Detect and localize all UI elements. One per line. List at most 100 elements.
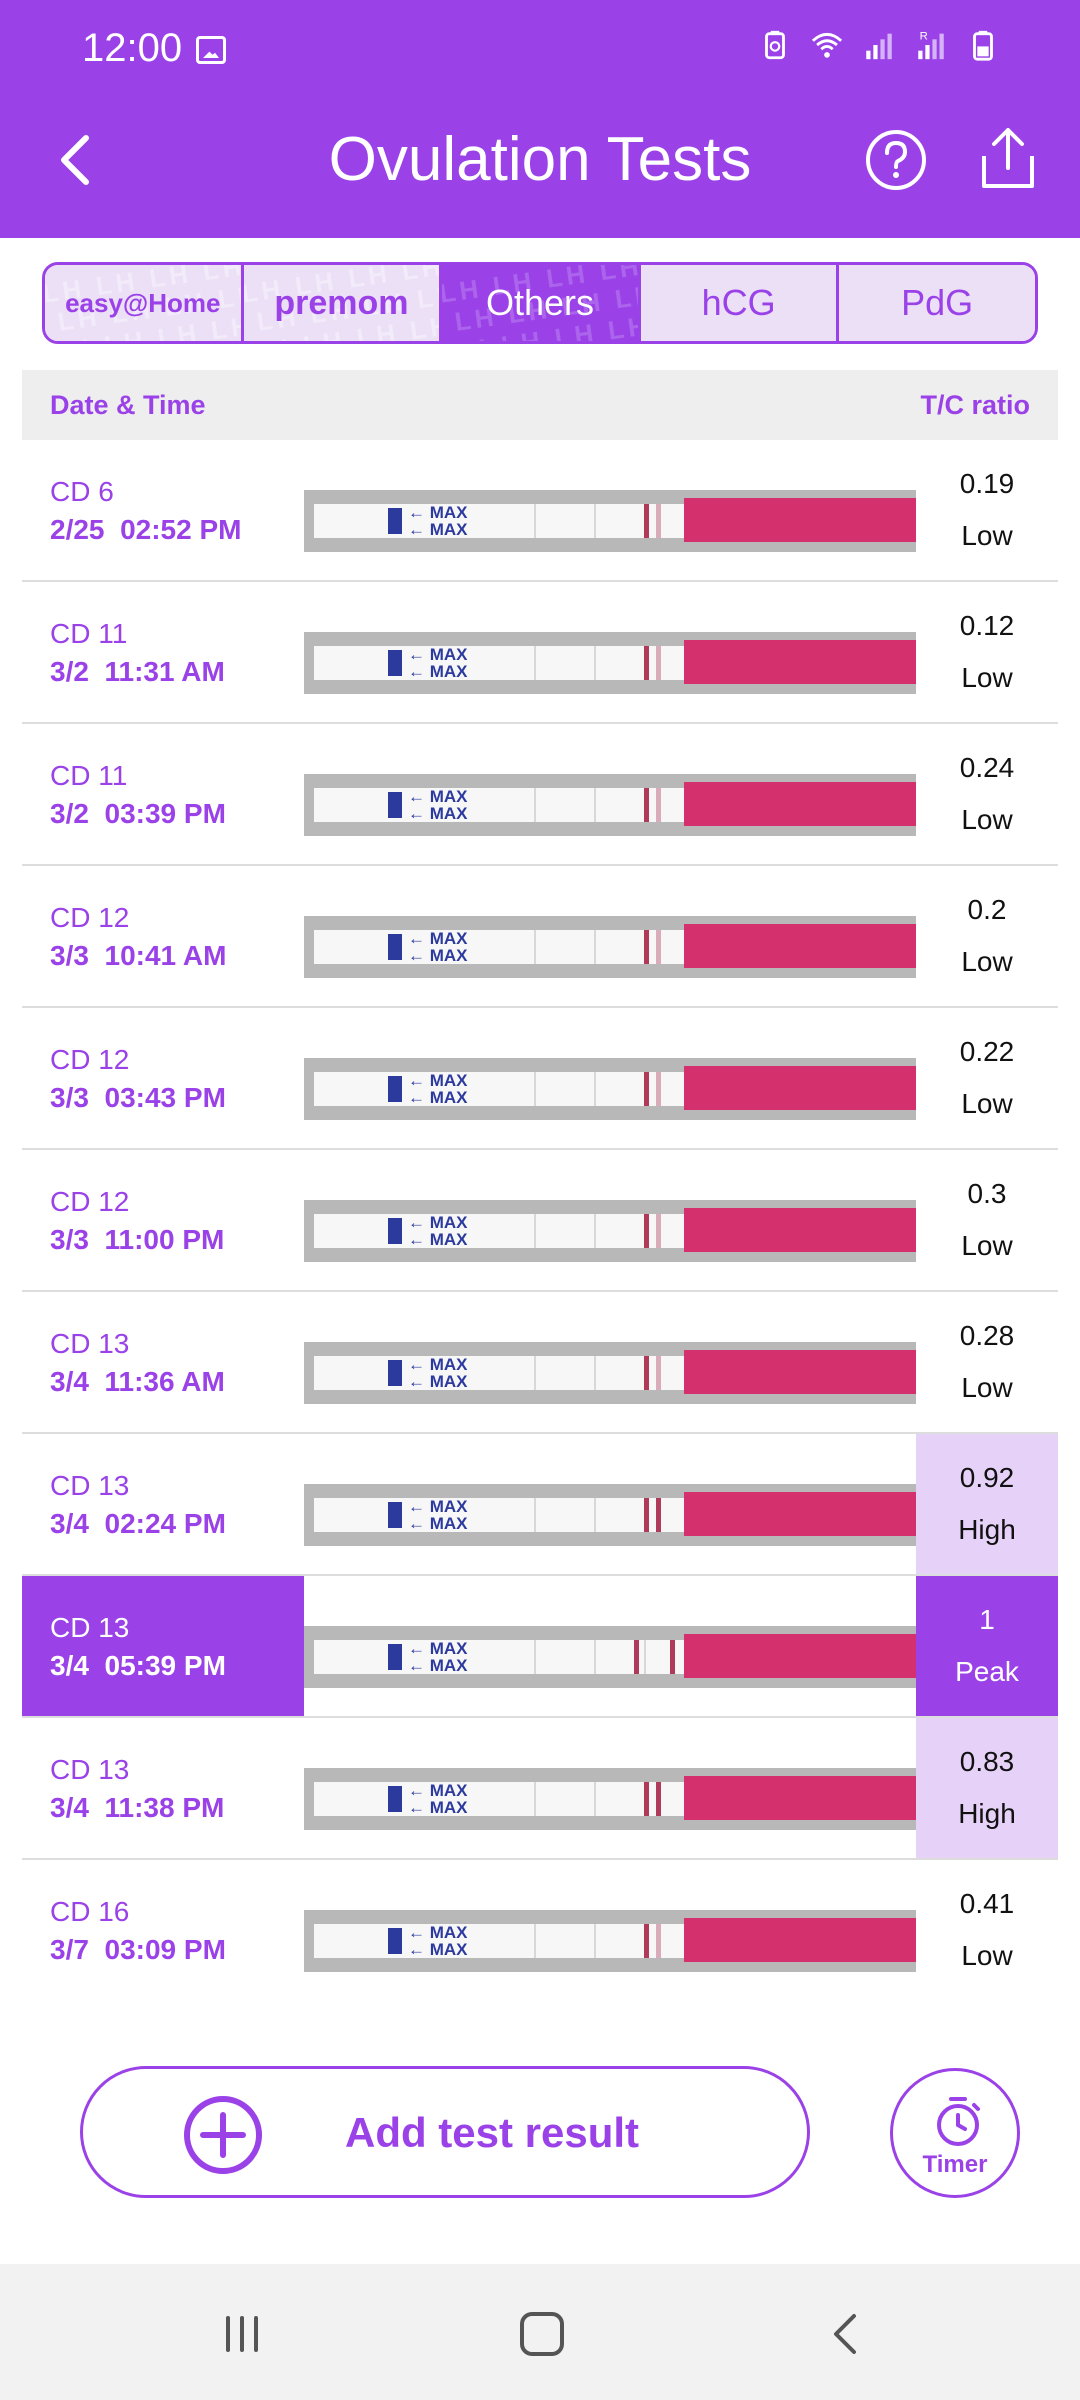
table-row[interactable]: CD 12 3/3 10:41 AM ← MAX ← MAX 0.2 Low	[22, 866, 1058, 1008]
row-date-cell: CD 13 3/4 02:24 PM	[22, 1434, 304, 1574]
row-date-cell: CD 12 3/3 11:00 PM	[22, 1150, 304, 1290]
cycle-day: CD 12	[50, 1186, 130, 1217]
table-row[interactable]: CD 12 3/3 11:00 PM ← MAX ← MAX 0.3 Low	[22, 1150, 1058, 1292]
cycle-day: CD 13	[50, 1328, 130, 1359]
tc-ratio-value: 0.41	[959, 1888, 1015, 1919]
share-icon[interactable]	[976, 124, 1040, 192]
time: 11:00 PM	[104, 1224, 225, 1255]
strip-body	[314, 930, 694, 964]
time: 03:43 PM	[104, 1082, 226, 1113]
cycle-day: CD 11	[50, 760, 128, 791]
tc-ratio-level: High	[958, 1514, 1016, 1545]
tab-label: PdG	[901, 282, 974, 323]
status-time: 12:00	[82, 26, 183, 70]
test-results-list: CD 6 2/25 02:52 PM ← MAX ← MAX 0.19 Low C…	[22, 440, 1058, 2002]
strip-test-line	[644, 788, 649, 822]
date-time: 3/2 03:39 PM	[50, 798, 304, 830]
tab-pdg[interactable]: PdG	[839, 265, 1035, 341]
time: 02:52 PM	[120, 514, 242, 545]
strip-sample-pad	[684, 924, 916, 968]
nav-back-icon[interactable]	[826, 2312, 866, 2356]
tc-ratio-value: 1	[979, 1604, 995, 1635]
test-strip-image: ← MAX ← MAX	[304, 1058, 916, 1120]
tc-ratio-cell: 0.3 Low	[916, 1150, 1058, 1290]
strip-sample-pad	[684, 1918, 916, 1962]
recent-apps-icon[interactable]	[222, 2314, 262, 2354]
wifi-icon	[811, 32, 843, 58]
table-row[interactable]: CD 11 3/2 11:31 AM ← MAX ← MAX 0.12 Low	[22, 582, 1058, 724]
add-test-result-button[interactable]: Add test result	[80, 2066, 810, 2198]
test-strip-image: ← MAX ← MAX	[304, 1200, 916, 1262]
strip-divider	[594, 930, 596, 964]
time: 10:41 AM	[104, 940, 227, 971]
time: 11:38 PM	[104, 1792, 225, 1823]
home-icon[interactable]	[520, 2312, 564, 2356]
strip-max-text: ← MAX ← MAX	[408, 929, 468, 965]
image-notification-icon	[196, 36, 226, 64]
row-date-cell: CD 13 3/4 11:38 PM	[22, 1718, 304, 1858]
strip-max-text: ← MAX ← MAX	[408, 1497, 468, 1533]
strip-control-line	[656, 1072, 661, 1106]
cycle-day: CD 11	[50, 618, 128, 649]
table-row[interactable]: CD 13 3/4 02:24 PM ← MAX ← MAX 0.92 High	[22, 1434, 1058, 1576]
strip-body	[314, 1498, 694, 1532]
table-row[interactable]: CD 11 3/2 03:39 PM ← MAX ← MAX 0.24 Low	[22, 724, 1058, 866]
table-row[interactable]: CD 12 3/3 03:43 PM ← MAX ← MAX 0.22 Low	[22, 1008, 1058, 1150]
tab-others[interactable]: LH LH LH LH LH LH LH LH LH LH LH LH Othe…	[442, 265, 641, 341]
strip-divider	[534, 646, 536, 680]
strip-sample-pad	[684, 1492, 916, 1536]
strip-max-mark	[388, 934, 402, 960]
tab-label: premom	[274, 283, 409, 322]
time: 11:31 AM	[104, 656, 225, 687]
time: 02:24 PM	[104, 1508, 226, 1539]
strip-divider	[534, 1498, 536, 1532]
tc-ratio-value: 0.92	[959, 1462, 1015, 1493]
tc-ratio-level: Low	[961, 662, 1013, 693]
system-navigation-bar	[0, 2264, 1080, 2400]
strip-max-text: ← MAX ← MAX	[408, 1781, 468, 1817]
test-strip-image: ← MAX ← MAX	[304, 1768, 916, 1830]
strip-max-mark	[388, 1076, 402, 1102]
strip-max-mark	[388, 1360, 402, 1386]
tc-ratio-value: 0.19	[959, 468, 1015, 499]
strip-max-mark	[388, 792, 402, 818]
table-header: Date & Time T/C ratio	[22, 370, 1058, 440]
tab-easy-at-home[interactable]: LH LH LH LH LH LH LH LH LH LH LH LH easy…	[45, 265, 244, 341]
strip-max-mark	[388, 1644, 402, 1670]
strip-body	[314, 1214, 694, 1248]
strip-max-mark	[388, 1502, 402, 1528]
strip-control-line	[656, 646, 661, 680]
strip-sample-pad	[684, 1066, 916, 1110]
strip-max-text: ← MAX ← MAX	[408, 1355, 468, 1391]
tc-ratio-level: High	[958, 1798, 1016, 1829]
tc-ratio-value: 0.83	[959, 1746, 1015, 1777]
test-strip-image: ← MAX ← MAX	[304, 632, 916, 694]
tc-ratio-level: Low	[961, 804, 1013, 835]
timer-icon	[937, 2097, 980, 2146]
table-row[interactable]: CD 13 3/4 05:39 PM ← MAX ← MAX 1 Peak	[22, 1576, 1058, 1718]
timer-button[interactable]: Timer	[890, 2068, 1020, 2198]
date: 3/3	[50, 1082, 89, 1113]
date-time: 3/7 03:09 PM	[50, 1934, 304, 1966]
signal-icon	[866, 33, 892, 60]
cycle-day: CD 12	[50, 1044, 130, 1075]
row-date-cell: CD 11 3/2 11:31 AM	[22, 582, 304, 722]
tab-premom[interactable]: LH LH LH LH LH LH LH LH LH LH LH LH prem…	[243, 265, 443, 341]
strip-divider	[534, 1640, 536, 1674]
strip-control-line	[656, 930, 661, 964]
add-test-result-label: Add test result	[345, 2109, 640, 2156]
table-row[interactable]: CD 16 3/7 03:09 PM ← MAX ← MAX 0.41 Low	[22, 1860, 1058, 2002]
help-icon[interactable]	[864, 128, 928, 192]
app-header: 12:00 R Ovulation Tests	[0, 0, 1080, 238]
test-strip-image: ← MAX ← MAX	[304, 774, 916, 836]
tab-label: easy@Home	[65, 287, 221, 318]
table-row[interactable]: CD 13 3/4 11:36 AM ← MAX ← MAX 0.28 Low	[22, 1292, 1058, 1434]
date: 3/4	[50, 1650, 89, 1681]
date-time: 3/2 11:31 AM	[50, 656, 304, 688]
tab-hcg[interactable]: hCG	[640, 265, 840, 341]
strip-divider	[534, 1214, 536, 1248]
table-row[interactable]: CD 6 2/25 02:52 PM ← MAX ← MAX 0.19 Low	[22, 440, 1058, 582]
strip-divider	[534, 504, 536, 538]
strip-max-text: ← MAX ← MAX	[408, 503, 468, 539]
table-row[interactable]: CD 13 3/4 11:38 PM ← MAX ← MAX 0.83 High	[22, 1718, 1058, 1860]
